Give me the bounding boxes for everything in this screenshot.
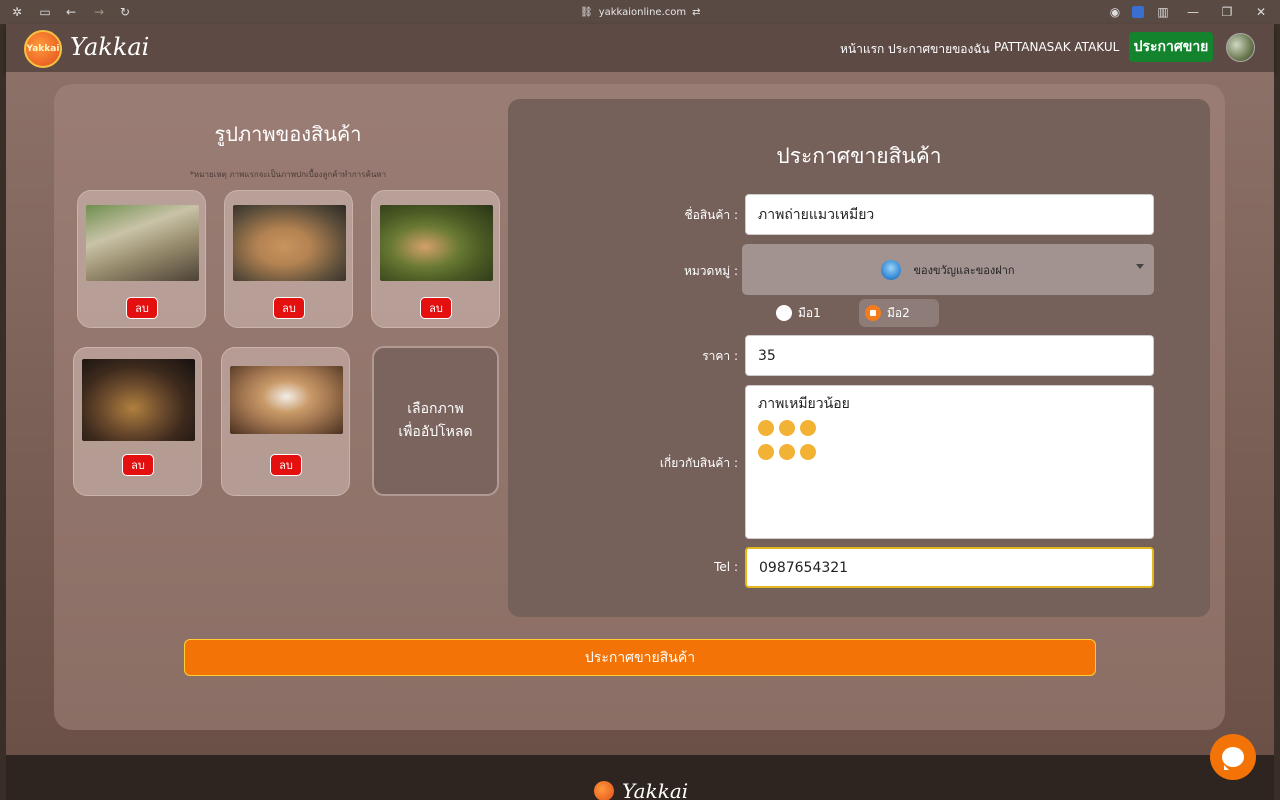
thumbnail-image [380,205,493,281]
back-arrow-icon[interactable]: ← [64,5,78,19]
image-thumb-card: ลบ [77,190,206,328]
sidebar-toggle-icon[interactable]: ▭ [38,5,52,19]
footer-logo-text: Yakkai [622,779,689,800]
logo-badge[interactable]: Yakkai [24,30,62,68]
about-textarea[interactable]: ภาพเหมียวน้อย [745,385,1154,539]
link-icon: ⛓ [580,6,593,18]
close-window-icon[interactable]: ✕ [1254,5,1268,19]
translate-icon[interactable] [1132,6,1144,18]
logo-text[interactable]: Yakkai [70,33,149,61]
upload-image-button[interactable]: เลือกภาพ เพื่ออัปโหลด [372,346,499,496]
delete-image-button[interactable]: ลบ [273,297,305,319]
footer-logo-icon [594,781,614,800]
condition-label-used: มือ2 [887,305,910,320]
smiling-cat-icon [779,420,795,436]
logo-badge-text: Yakkai [26,44,60,54]
delete-image-button[interactable]: ลบ [122,454,154,476]
footer-logo[interactable]: Yakkai [594,779,688,800]
delete-image-button[interactable]: ลบ [270,454,302,476]
radio-selected-icon [865,305,881,321]
extensions-icon[interactable]: ✲ [10,5,24,19]
address-text: yakkaionline.com [598,6,687,18]
image-thumb-card: ลบ [73,347,202,496]
tel-label: Tel : [714,560,738,574]
cat-face-icon [758,444,774,460]
price-label: ราคา : [702,349,738,363]
chat-bubble-icon [1222,747,1244,770]
radio-icon [776,305,792,321]
thumbnail-image [233,205,346,281]
image-thumb-card: ลบ [221,347,350,496]
price-input[interactable]: 35 [745,335,1154,376]
category-icon [881,259,902,280]
thumbnail-image [82,359,195,441]
name-label: ชื่อสินค้า : [684,208,738,222]
restore-icon[interactable]: ❐ [1220,5,1234,19]
user-avatar[interactable] [1226,33,1255,62]
browser-toolbar: ✲ ▭ ← → ↻ ⛓ yakkaionline.com ⇄ ◉ ▥ — ❐ ✕ [0,0,1280,24]
condition-label-new: มือ1 [798,305,821,320]
thumbnail-image [86,205,199,281]
condition-option-used[interactable]: มือ2 [859,299,939,327]
delete-image-button[interactable]: ลบ [420,297,452,319]
condition-option-new[interactable]: มือ1 [770,299,832,327]
image-thumb-card: ลบ [371,190,500,328]
emoji-row [758,416,1141,440]
product-name-input[interactable]: ภาพถ่ายแมวเหมียว [745,194,1154,235]
address-bar[interactable]: ⛓ yakkaionline.com ⇄ [580,5,701,19]
joy-cat-icon [800,420,816,436]
top-navbar: Yakkai Yakkai หน้าแรก ประกาศขายของฉัน PA… [6,24,1274,72]
minimize-icon[interactable]: — [1186,5,1200,19]
thumbnail-image [230,366,343,434]
images-note: *หมายเหตุ ภาพแรกจะเป็นภาพปกเบื้องลูกค้าท… [189,170,387,179]
about-text: ภาพเหมียวน้อย [758,396,850,412]
nav-my-listings-link[interactable]: ประกาศขายของฉัน [888,40,990,59]
category-select[interactable]: ของขวัญและของฝาก [742,244,1154,295]
forward-arrow-icon[interactable]: → [92,5,106,19]
about-label: เกี่ยวกับสินค้า : [659,456,738,470]
tune-icon[interactable]: ⇄ [692,7,700,18]
footer: Yakkai [6,755,1274,800]
image-thumb-card: ลบ [224,190,353,328]
upload-line-1: เลือกภาพ [407,401,464,417]
nav-home-link[interactable]: หน้าแรก [840,40,884,59]
chat-button[interactable] [1210,734,1256,780]
form-title: ประกาศขายสินค้า [776,144,942,168]
incognito-icon[interactable]: ◉ [1108,5,1122,19]
tel-input[interactable]: 0987654321 [745,547,1154,588]
split-view-icon[interactable]: ▥ [1156,5,1170,19]
delete-image-button[interactable]: ลบ [126,297,158,319]
reload-icon[interactable]: ↻ [118,5,132,19]
post-listing-button[interactable]: ประกาศขาย [1129,32,1213,62]
images-section-title: รูปภาพของสินค้า [214,122,362,146]
category-value: ของขวัญและของฝาก [913,263,1015,277]
cat-face-icon [800,444,816,460]
upload-line-2: เพื่ออัปโหลด [398,424,473,440]
chevron-down-icon [1136,264,1144,269]
submit-listing-button[interactable]: ประกาศขายสินค้า [184,639,1096,676]
emoji-row [758,440,1141,464]
cat-face-icon [779,444,795,460]
category-label: หมวดหมู่ : [683,264,738,278]
nav-user-name-link[interactable]: PATTANASAK ATAKUL [994,40,1119,54]
heart-eyes-cat-icon [758,420,774,436]
